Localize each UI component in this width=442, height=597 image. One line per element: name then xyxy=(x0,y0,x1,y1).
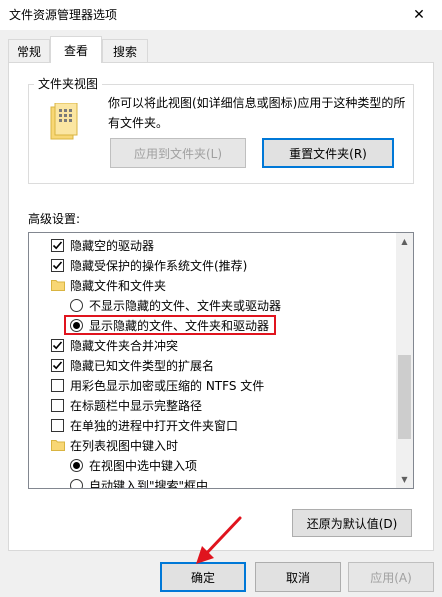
tab-view[interactable]: 查看 xyxy=(50,36,102,63)
apply-to-folders-button[interactable]: 应用到文件夹(L) xyxy=(110,138,246,168)
close-button[interactable]: ✕ xyxy=(396,0,442,30)
checkbox-unchecked[interactable] xyxy=(51,398,64,412)
list-item-label: 隐藏已知文件类型的扩展名 xyxy=(70,358,215,373)
advanced-settings-list[interactable]: 隐藏空的驱动器 隐藏受保护的操作系统文件(推荐) 隐藏文件和文件夹 不显示隐藏的… xyxy=(28,232,414,489)
list-item-label: 在标题栏中显示完整路径 xyxy=(70,398,203,413)
list-item-label: 隐藏文件夹合并冲突 xyxy=(70,338,179,353)
tab-label: 搜索 xyxy=(112,44,137,59)
list-item[interactable]: 在视图中选中键入项 xyxy=(70,455,197,475)
list-item[interactable]: 在标题栏中显示完整路径 xyxy=(51,395,202,415)
tab-search[interactable]: 搜索 xyxy=(102,39,148,62)
highlight-box xyxy=(64,315,276,335)
annotation-arrow-icon xyxy=(196,516,242,564)
apply-button[interactable]: 应用(A) xyxy=(348,562,434,592)
checkbox-checked[interactable] xyxy=(51,358,64,372)
list-item[interactable]: 用彩色显示加密或压缩的 NTFS 文件 xyxy=(51,375,264,395)
checkbox-checked[interactable] xyxy=(51,258,64,272)
scroll-up-icon[interactable]: ▲ xyxy=(396,233,413,250)
button-label: 应用(A) xyxy=(370,570,412,585)
list-item-label: 自动键入到"搜索"框中 xyxy=(89,478,209,489)
checkbox-checked[interactable] xyxy=(51,338,64,352)
checkbox-unchecked[interactable] xyxy=(51,378,64,392)
checkmark-icon xyxy=(52,340,63,349)
radio-unchecked[interactable] xyxy=(70,478,83,488)
scrollbar-thumb[interactable] xyxy=(398,355,411,439)
list-group-header: 隐藏文件和文件夹 xyxy=(51,275,166,295)
list-item[interactable]: 隐藏文件夹合并冲突 xyxy=(51,335,178,355)
button-label: 取消 xyxy=(285,570,310,585)
checkmark-icon xyxy=(52,260,63,269)
radio-checked[interactable] xyxy=(70,458,83,472)
list-item[interactable]: 隐藏空的驱动器 xyxy=(51,235,154,255)
folder-icon xyxy=(51,440,65,451)
list-group-header: 在列表视图中键入时 xyxy=(51,435,178,455)
scroll-down-icon[interactable]: ▼ xyxy=(396,471,413,488)
tab-general[interactable]: 常规 xyxy=(8,39,50,62)
cancel-button[interactable]: 取消 xyxy=(255,562,341,592)
button-label: 还原为默认值(D) xyxy=(306,516,398,531)
checkmark-icon xyxy=(52,240,63,249)
list-item[interactable]: 隐藏已知文件类型的扩展名 xyxy=(51,355,214,375)
folder-views-description: 你可以将此视图(如详细信息或图标)应用于这种类型的所有文件夹。 xyxy=(108,96,406,130)
list-item[interactable]: 自动键入到"搜索"框中 xyxy=(70,475,209,489)
list-item-label: 隐藏受保护的操作系统文件(推荐) xyxy=(70,258,248,273)
list-item[interactable]: 在单独的进程中打开文件夹窗口 xyxy=(51,415,238,435)
folder-icon xyxy=(51,280,65,291)
window-title: 文件资源管理器选项 xyxy=(9,8,118,22)
scrollbar[interactable]: ▲ ▼ xyxy=(396,233,413,488)
button-label: 确定 xyxy=(190,570,215,585)
reset-folders-button[interactable]: 重置文件夹(R) xyxy=(262,138,394,168)
tab-label: 常规 xyxy=(16,44,41,59)
checkbox-checked[interactable] xyxy=(51,238,64,252)
list-item[interactable]: 隐藏受保护的操作系统文件(推荐) xyxy=(51,255,247,275)
close-icon: ✕ xyxy=(413,7,425,23)
list-item-label: 隐藏文件和文件夹 xyxy=(70,278,167,293)
checkmark-icon xyxy=(52,360,63,369)
list-item-label: 在视图中选中键入项 xyxy=(89,458,198,473)
folder-view-icon xyxy=(49,102,79,144)
restore-defaults-button[interactable]: 还原为默认值(D) xyxy=(292,509,412,537)
folder-views-title: 文件夹视图 xyxy=(34,75,103,92)
list-item-label: 用彩色显示加密或压缩的 NTFS 文件 xyxy=(70,378,265,393)
list-item[interactable]: 不显示隐藏的文件、文件夹或驱动器 xyxy=(70,295,281,315)
list-item-label: 在单独的进程中打开文件夹窗口 xyxy=(70,418,239,433)
radio-unchecked[interactable] xyxy=(70,298,83,312)
tab-label: 查看 xyxy=(63,43,88,58)
list-item-label: 不显示隐藏的文件、文件夹或驱动器 xyxy=(89,298,282,313)
button-label: 重置文件夹(R) xyxy=(289,146,367,161)
list-item-label: 在列表视图中键入时 xyxy=(70,438,179,453)
button-label: 应用到文件夹(L) xyxy=(133,146,223,161)
checkbox-unchecked[interactable] xyxy=(51,418,64,432)
advanced-settings-label: 高级设置: xyxy=(28,212,81,226)
list-item-label: 隐藏空的驱动器 xyxy=(70,238,155,253)
